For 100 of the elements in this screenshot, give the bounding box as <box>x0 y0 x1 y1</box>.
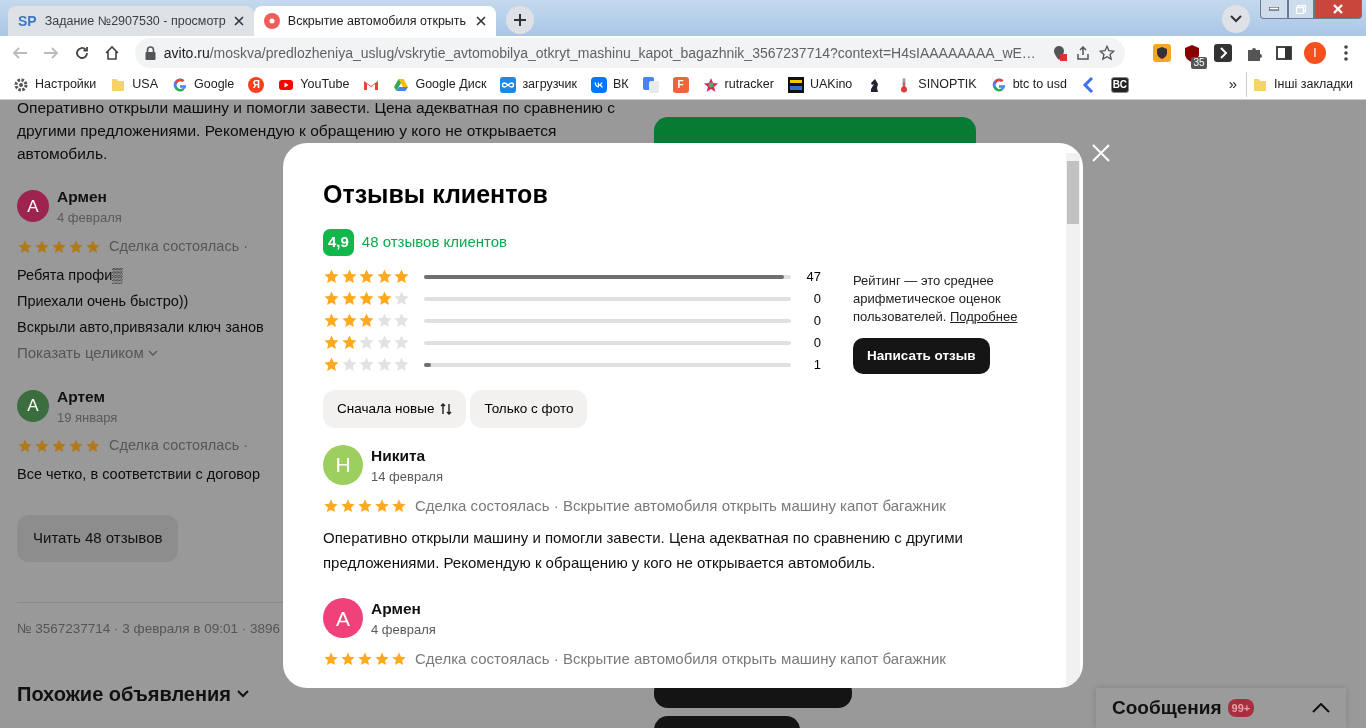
review-meta: Сделка состоялась · <box>109 436 249 456</box>
bookmark[interactable]: Настройки <box>8 72 102 97</box>
unread-badge: 99+ <box>1227 698 1255 718</box>
star-icon <box>358 268 375 285</box>
browser-tab[interactable]: Вскрытие автомобиля открыть <box>253 6 496 36</box>
bookmark[interactable]: Google Диск <box>388 72 492 97</box>
reviewer-name: Армен <box>57 187 108 207</box>
star-icon <box>340 290 358 307</box>
star-icon <box>340 651 356 667</box>
chevron-down-icon[interactable] <box>1230 15 1242 23</box>
google-icon <box>990 76 1007 93</box>
rating-count: 1 <box>812 355 821 374</box>
star-icon <box>375 356 393 373</box>
rating-count: 0 <box>812 289 821 308</box>
review-meta: Сделка состоялась · Вскрытие автомобиля открыть машину капот багажник <box>415 495 946 516</box>
close-icon[interactable] <box>475 16 486 26</box>
read-reviews-button[interactable]: Читать 48 отзывов <box>17 515 179 562</box>
bookmark[interactable]: SINOPTIK <box>891 72 982 97</box>
reload-icon[interactable] <box>73 45 90 61</box>
filter-button[interactable]: Только с фото <box>470 389 588 428</box>
star-icon <box>393 334 410 351</box>
review-date: 19 января <box>57 408 118 427</box>
chevron-down-icon <box>237 689 250 698</box>
close-icon[interactable] <box>233 16 244 26</box>
triangle-icon <box>393 76 410 93</box>
favicon <box>263 13 280 29</box>
close-icon <box>1091 142 1111 163</box>
review-date: 14 февраля <box>371 468 443 486</box>
lock-icon <box>144 46 156 60</box>
film-icon <box>787 76 804 93</box>
star-icon <box>391 651 407 667</box>
star-icon <box>375 268 393 285</box>
section-heading[interactable]: Похожие объявления <box>17 678 250 709</box>
star-icon <box>323 268 340 285</box>
dialog-title: Отзывы клиентов <box>323 179 549 209</box>
chevron-down-icon <box>147 349 158 356</box>
star-icon <box>323 312 340 329</box>
bookmark-star-icon[interactable] <box>1098 45 1115 61</box>
star-icon <box>51 438 67 455</box>
reviewer-name: Армен <box>371 599 422 619</box>
star-icon <box>17 438 33 455</box>
gear-icon <box>13 76 29 93</box>
bookmark-folder[interactable]: Інші закладки <box>1246 72 1358 97</box>
star-icon <box>34 238 50 255</box>
bookmark[interactable]: USA <box>105 72 163 97</box>
bookmark[interactable]: rutracker <box>697 72 779 97</box>
avatar: Н <box>323 445 363 486</box>
review-text: Вскрыли авто,привязали ключ занов <box>17 317 264 337</box>
rating-info: Рейтинг — это среднее арифметическое оценок пользователей. Подробнее <box>853 271 1019 326</box>
bookmark[interactable]: UAKino <box>782 72 858 97</box>
star-icon <box>393 268 410 285</box>
avatar: А <box>17 389 49 422</box>
star-icon <box>323 334 340 351</box>
share-icon[interactable] <box>1074 45 1091 61</box>
rating-count: 0 <box>812 333 821 352</box>
bracket-icon[interactable] <box>1213 44 1232 62</box>
more-link[interactable]: Подробнее <box>950 308 1018 324</box>
address-bar[interactable]: avito.ru/moskva/predlozheniya_uslug/vskrytie_avtomobilya_otkryt_mashinu_kapot_bagazhnik_3567237714?context=H4sIAAAAAAAA_wE… <box>134 38 1125 68</box>
rating-count: 0 <box>812 311 821 330</box>
star-icon <box>393 312 410 329</box>
star-icon <box>393 290 410 307</box>
star-icon <box>17 238 33 255</box>
scrollbar-thumb[interactable] <box>1067 161 1079 224</box>
bookmark[interactable]: BC <box>1105 73 1134 96</box>
star-icon <box>357 651 373 667</box>
star-icon <box>340 268 358 285</box>
review-text: Ребята профи▒ <box>17 265 123 286</box>
bookmark[interactable]: btc to usd <box>985 72 1072 97</box>
star-icon <box>85 238 101 255</box>
star-icon <box>323 651 339 667</box>
bookmark[interactable]: Google <box>167 72 240 97</box>
minimize-icon[interactable] <box>1269 7 1279 11</box>
infinity-icon <box>500 76 517 93</box>
favicon: SP <box>18 11 37 31</box>
bookmark[interactable]: YouTube <box>273 72 355 97</box>
star-icon <box>85 438 101 455</box>
menu-icon[interactable] <box>1343 45 1348 61</box>
reviewer-name: Артем <box>57 386 106 407</box>
chevron-up-icon <box>1312 703 1330 713</box>
filter-button[interactable]: Сначала новые <box>323 389 467 428</box>
star-icon <box>358 290 375 307</box>
avatar: А <box>323 598 363 639</box>
star-icon <box>358 312 375 329</box>
shield-icon[interactable] <box>1152 44 1171 62</box>
write-review-button[interactable]: Написать отзыв <box>853 337 990 374</box>
review-meta: Сделка состоялась · <box>109 236 249 256</box>
home-icon[interactable] <box>104 45 121 61</box>
star-icon <box>393 356 410 373</box>
star-icon <box>34 438 50 455</box>
side-panel-icon[interactable] <box>1275 44 1294 62</box>
messages-panel[interactable]: Сообщения 99+ <box>1096 688 1346 728</box>
review-date: 4 февраля <box>57 209 122 228</box>
bookmark[interactable]: ВК <box>586 72 634 97</box>
bookmark[interactable]: Я <box>243 73 270 96</box>
plus-icon[interactable] <box>512 13 527 27</box>
more-bookmarks-button[interactable]: » <box>1223 70 1243 99</box>
star-icon <box>374 651 390 667</box>
browser-tab[interactable]: SP Задание №2907530 - просмотр <box>8 6 254 36</box>
bookmark[interactable]: загрузчик <box>495 72 582 97</box>
extension-badge: 35 <box>1191 57 1207 69</box>
